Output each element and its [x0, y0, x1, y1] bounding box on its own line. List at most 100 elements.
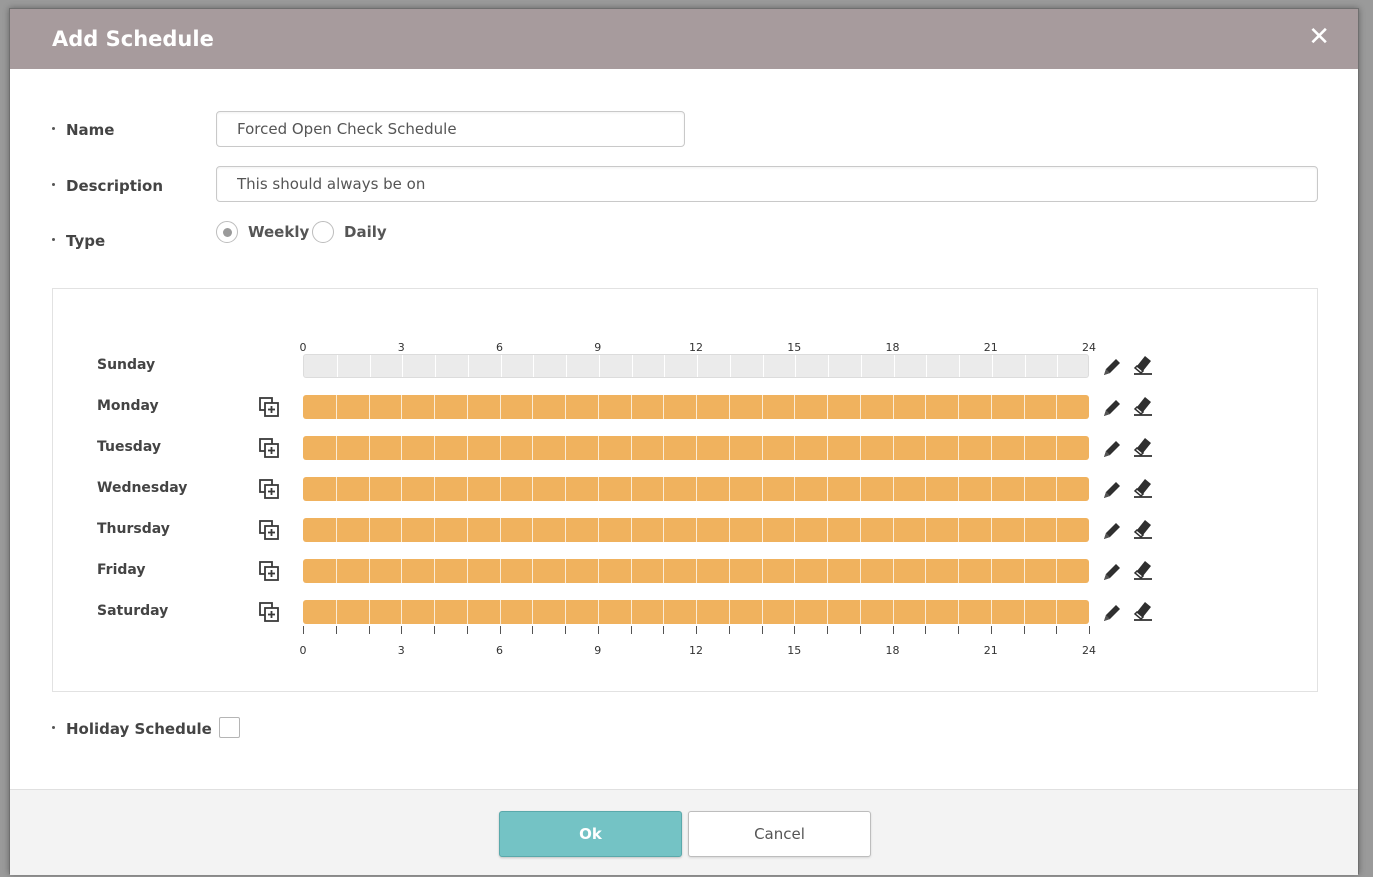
schedule-bar-saturday[interactable] [303, 600, 1089, 624]
pencil-icon[interactable] [1101, 602, 1123, 628]
copy-icon[interactable] [258, 519, 280, 545]
eraser-icon[interactable] [1132, 558, 1154, 584]
hour-tick-mark [499, 626, 501, 634]
hour-divider [434, 559, 435, 583]
close-icon[interactable]: ✕ [1308, 24, 1330, 50]
hour-tick-mark [696, 626, 697, 634]
eraser-icon[interactable] [1132, 476, 1154, 502]
hour-divider [532, 559, 534, 583]
hour-divider [990, 477, 992, 501]
eraser-icon[interactable] [1132, 435, 1154, 461]
hour-divider [696, 600, 697, 624]
pencil-icon[interactable] [1101, 520, 1123, 546]
hour-divider [925, 477, 927, 501]
pencil-icon[interactable] [1101, 479, 1123, 505]
hour-divider [434, 477, 435, 501]
hour-divider [1023, 395, 1025, 419]
hour-divider [466, 395, 468, 419]
hour-divider [1056, 477, 1058, 501]
hour-divider [499, 395, 501, 419]
hour-divider [728, 559, 730, 583]
type-radio-daily[interactable]: Daily [312, 220, 387, 244]
day-label-saturday: Saturday [97, 603, 169, 619]
cancel-button[interactable]: Cancel [688, 811, 871, 857]
hour-divider [335, 477, 337, 501]
hour-divider [369, 355, 371, 377]
name-input[interactable] [216, 111, 685, 147]
hour-divider [663, 477, 665, 501]
hour-tick-mark [630, 626, 632, 634]
hour-divider [434, 518, 435, 542]
hour-divider [499, 436, 501, 460]
hour-divider [827, 436, 828, 460]
hour-divider [434, 395, 435, 419]
hour-divider [532, 600, 534, 624]
schedule-bar-monday[interactable] [303, 395, 1089, 419]
hour-divider [631, 355, 633, 377]
dialog-title: Add Schedule [52, 27, 214, 51]
eraser-icon[interactable] [1132, 353, 1154, 379]
schedule-bar-sunday[interactable] [303, 354, 1089, 378]
hour-divider [630, 395, 632, 419]
weekly-radio-button[interactable] [216, 221, 238, 243]
hour-divider [794, 477, 796, 501]
hour-divider [466, 436, 468, 460]
hour-divider [761, 436, 763, 460]
copy-icon[interactable] [258, 437, 280, 463]
day-label-thursday: Thursday [97, 521, 170, 537]
hour-divider [990, 559, 992, 583]
copy-icon[interactable] [258, 560, 280, 586]
pencil-icon[interactable] [1101, 561, 1123, 587]
hour-divider [565, 600, 566, 624]
hour-tick-mark [597, 626, 599, 634]
hour-divider [761, 559, 763, 583]
hour-divider [1057, 355, 1059, 377]
hour-divider [859, 559, 861, 583]
schedule-bar-wednesday[interactable] [303, 477, 1089, 501]
hour-divider [335, 518, 337, 542]
schedule-bar-thursday[interactable] [303, 518, 1089, 542]
hour-divider [401, 518, 403, 542]
type-radio-weekly[interactable]: Weekly [216, 220, 309, 244]
top-hour-label: 0 [299, 341, 307, 354]
hour-divider [401, 436, 403, 460]
top-hour-label: 24 [1082, 341, 1096, 354]
hour-divider [532, 395, 534, 419]
bottom-hour-label: 18 [885, 644, 900, 657]
pencil-icon[interactable] [1101, 438, 1123, 464]
copy-icon[interactable] [258, 396, 280, 422]
hour-tick-mark [565, 626, 566, 634]
type-label: Type [52, 232, 105, 250]
description-input[interactable] [216, 166, 1318, 202]
schedule-bar-tuesday[interactable] [303, 436, 1089, 460]
bottom-hour-label: 15 [787, 644, 802, 657]
hour-divider [827, 518, 828, 542]
hour-divider [532, 518, 534, 542]
hour-divider [597, 559, 599, 583]
eraser-icon[interactable] [1132, 599, 1154, 625]
ok-button[interactable]: Ok [499, 811, 682, 857]
hour-divider [990, 600, 992, 624]
pencil-icon[interactable] [1101, 356, 1123, 382]
hour-tick-mark [1023, 626, 1025, 634]
pencil-icon[interactable] [1101, 397, 1123, 423]
daily-radio-button[interactable] [312, 221, 334, 243]
hour-divider [597, 600, 599, 624]
holiday-schedule-checkbox[interactable] [219, 717, 240, 738]
copy-icon[interactable] [258, 478, 280, 504]
copy-icon[interactable] [258, 601, 280, 627]
hour-divider [663, 395, 665, 419]
dialog-titlebar: Add Schedule ✕ [10, 9, 1358, 69]
hour-divider [925, 436, 927, 460]
hour-divider [958, 436, 959, 460]
hour-tick-mark [925, 626, 927, 634]
hour-divider [958, 518, 959, 542]
eraser-icon[interactable] [1132, 517, 1154, 543]
hour-divider [958, 600, 959, 624]
hour-divider [630, 559, 632, 583]
eraser-icon[interactable] [1132, 394, 1154, 420]
schedule-bar-friday[interactable] [303, 559, 1089, 583]
hour-tick-mark [401, 626, 403, 634]
hour-divider [499, 477, 501, 501]
hour-divider [1023, 559, 1025, 583]
